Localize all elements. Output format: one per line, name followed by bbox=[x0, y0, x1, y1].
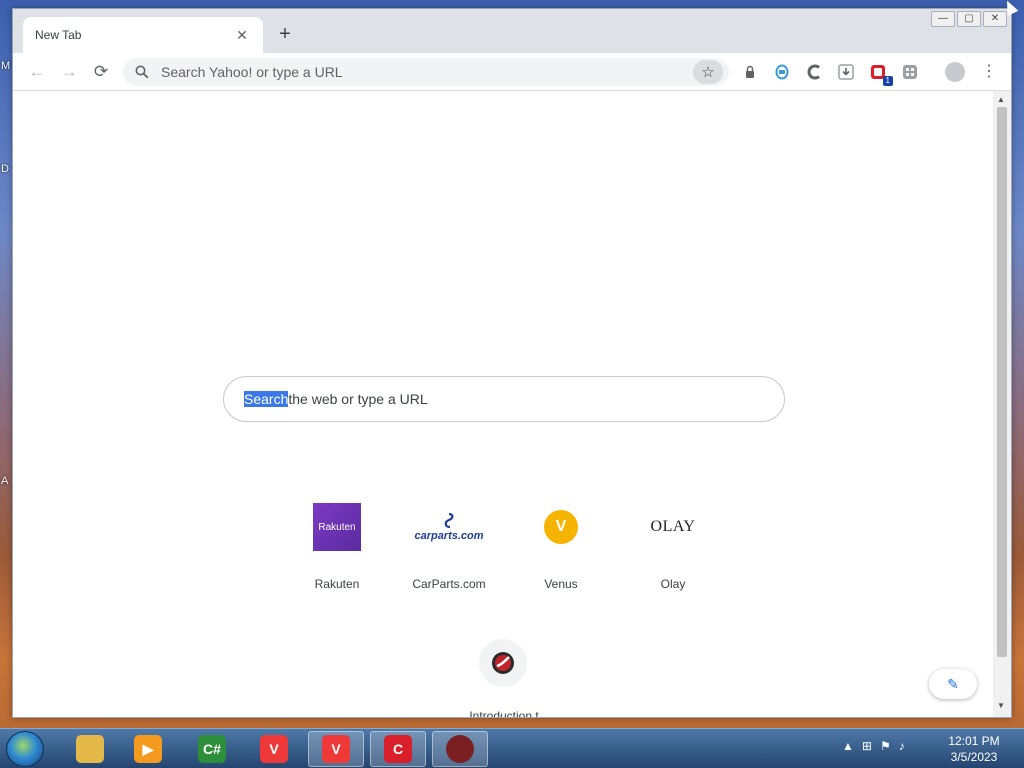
page-scrollbar[interactable]: ▲ ▼ bbox=[993, 91, 1011, 717]
scroll-thumb[interactable] bbox=[997, 107, 1007, 657]
desktop-label-m: M bbox=[1, 60, 11, 72]
rakuten-logo-icon: Rakuten bbox=[313, 503, 361, 551]
c-extension-icon[interactable] bbox=[803, 61, 825, 83]
taskbar-vivaldi[interactable]: V bbox=[246, 731, 302, 767]
clock-date: 3/5/2023 bbox=[950, 750, 998, 764]
tile-label-cut: Introduction t bbox=[469, 709, 539, 717]
vivaldi-icon: V bbox=[260, 735, 288, 763]
blue-shield-extension-icon[interactable] bbox=[771, 61, 793, 83]
red-extension-icon[interactable]: 1 bbox=[867, 61, 893, 86]
taskbar-c-app[interactable]: C bbox=[370, 731, 426, 767]
taskbar-comodo-browser[interactable] bbox=[432, 731, 488, 767]
tile-olay[interactable]: OLAY Olay bbox=[617, 503, 729, 591]
browser-window: New Tab ✕ + — ▢ ✕ ← → ⟳ Search Yahoo! or… bbox=[12, 8, 1012, 718]
tile-carparts[interactable]: carparts.com CarParts.com bbox=[393, 503, 505, 591]
tile-venus[interactable]: V Venus bbox=[505, 503, 617, 591]
address-bar[interactable]: Search Yahoo! or type a URL ☆ bbox=[123, 58, 729, 86]
new-tab-button[interactable]: + bbox=[273, 23, 297, 47]
download-extension-icon[interactable] bbox=[835, 61, 857, 83]
tab-close-icon[interactable]: ✕ bbox=[233, 27, 251, 44]
action-center-flag-icon[interactable]: ⚑ bbox=[880, 739, 891, 753]
venus-logo-icon: V bbox=[544, 510, 578, 544]
ntp-search-box[interactable]: Search the web or type a URL bbox=[223, 376, 785, 422]
puzzle-extension-icon[interactable] bbox=[899, 61, 921, 83]
tile-label: Venus bbox=[544, 577, 578, 591]
ntp-search-placeholder: the web or type a URL bbox=[288, 391, 428, 407]
taskbar-file-explorer[interactable] bbox=[62, 731, 118, 767]
reload-button[interactable]: ⟳ bbox=[89, 61, 113, 83]
folder-icon bbox=[76, 735, 104, 763]
clock-time: 12:01 PM bbox=[948, 734, 1000, 748]
search-icon bbox=[135, 65, 149, 79]
start-button-icon[interactable] bbox=[6, 731, 44, 767]
windows-taskbar: ▶ C# V V C ▲ ⊞ ⚑ ♪ 12:01 PM 3/5/2023 bbox=[0, 728, 1024, 768]
close-window-button[interactable]: ✕ bbox=[983, 11, 1007, 27]
profile-avatar-icon[interactable] bbox=[945, 62, 965, 82]
tab-new-tab[interactable]: New Tab ✕ bbox=[23, 17, 263, 53]
forward-button[interactable]: → bbox=[57, 61, 81, 83]
extension-badge: 1 bbox=[882, 76, 893, 86]
c-app-icon: C bbox=[384, 735, 412, 763]
maximize-button[interactable]: ▢ bbox=[957, 11, 981, 27]
tile-label: CarParts.com bbox=[412, 577, 486, 591]
taskbar-csharp-editor[interactable]: C# bbox=[184, 731, 240, 767]
scroll-up-arrow-icon[interactable]: ▲ bbox=[997, 95, 1005, 104]
olay-logo-icon: OLAY bbox=[650, 518, 696, 535]
scroll-down-arrow-icon[interactable]: ▼ bbox=[997, 701, 1005, 710]
tile-rakuten[interactable]: Rakuten Rakuten bbox=[281, 503, 393, 591]
customize-pencil-icon[interactable]: ✎ bbox=[929, 669, 977, 699]
extensions-area: 1 bbox=[739, 61, 921, 86]
comodo-browser-icon bbox=[446, 735, 474, 763]
tab-title: New Tab bbox=[35, 28, 82, 42]
shortcut-tiles: Rakuten Rakuten carparts.com CarParts.co… bbox=[281, 503, 729, 591]
tile-comodo[interactable] bbox=[479, 639, 527, 687]
taskbar-vivaldi-2[interactable]: V bbox=[308, 731, 364, 767]
browser-menu-icon[interactable]: ⋮ bbox=[981, 60, 997, 84]
network-icon[interactable]: ⊞ bbox=[862, 739, 872, 753]
new-tab-page: Search the web or type a URL Rakuten Rak… bbox=[13, 91, 993, 717]
desktop-label-d: D bbox=[1, 163, 9, 175]
minimize-button[interactable]: — bbox=[931, 11, 955, 27]
lock-extension-icon[interactable] bbox=[739, 61, 761, 83]
system-tray: ▲ ⊞ ⚑ ♪ bbox=[842, 739, 905, 753]
back-button[interactable]: ← bbox=[25, 61, 49, 83]
bookmark-star-icon[interactable]: ☆ bbox=[693, 60, 723, 84]
browser-toolbar: ← → ⟳ Search Yahoo! or type a URL ☆ 1 ⋮ bbox=[13, 53, 1011, 91]
taskbar-media-player[interactable]: ▶ bbox=[120, 731, 176, 767]
window-controls: — ▢ ✕ bbox=[931, 11, 1007, 27]
tile-label: Olay bbox=[660, 577, 686, 591]
tile-label: Rakuten bbox=[314, 577, 360, 591]
carparts-logo-text: carparts.com bbox=[414, 530, 484, 542]
csharp-icon: C# bbox=[198, 735, 226, 763]
volume-icon[interactable]: ♪ bbox=[899, 739, 905, 753]
address-bar-placeholder: Search Yahoo! or type a URL bbox=[161, 64, 343, 80]
taskbar-clock[interactable]: 12:01 PM 3/5/2023 bbox=[944, 733, 1004, 765]
ntp-search-selected-text: Search bbox=[244, 391, 289, 407]
carparts-logo-icon: carparts.com bbox=[414, 503, 484, 551]
venus-logo-wrap: V bbox=[537, 503, 585, 551]
vivaldi-icon: V bbox=[322, 735, 350, 763]
media-player-icon: ▶ bbox=[134, 735, 162, 763]
tab-strip: New Tab ✕ + — ▢ ✕ bbox=[13, 9, 1011, 53]
comodo-logo-icon bbox=[492, 652, 514, 674]
tray-overflow-icon[interactable]: ▲ bbox=[842, 739, 854, 753]
desktop-label-a: A bbox=[1, 475, 9, 487]
